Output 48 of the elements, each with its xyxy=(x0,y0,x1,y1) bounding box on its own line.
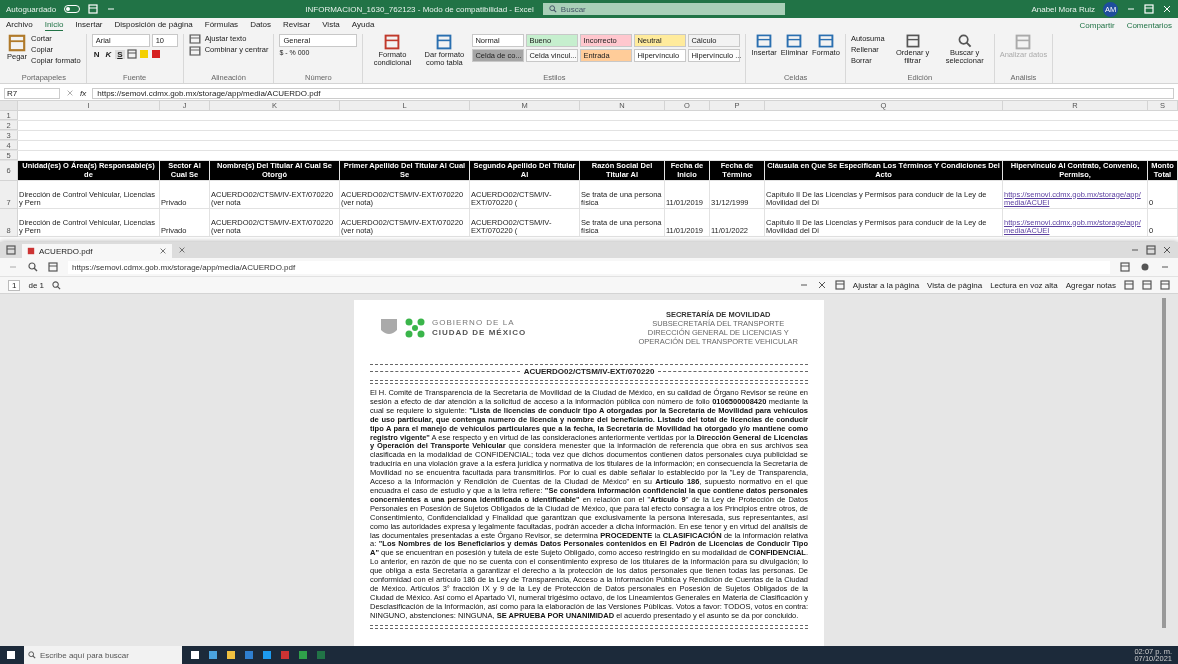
logo-text: CIUDAD DE MÉXICO xyxy=(432,328,527,338)
logo-text: GOBIERNO DE LA xyxy=(432,318,516,328)
ribbon-tab[interactable]: Inicio xyxy=(44,19,64,31)
add-notes-button[interactable]: Agregar notas xyxy=(1065,280,1116,290)
formula-field[interactable]: https://semovi.cdmx.gob.mx/storage/app/media/ACUERDO.pdf xyxy=(92,87,1174,99)
share-button[interactable]: Compartir xyxy=(1079,20,1115,30)
page-view-button[interactable]: Vista de página xyxy=(927,280,983,290)
select-all-corner[interactable] xyxy=(0,101,18,111)
user-name: Anabel Mora Ruiz xyxy=(1031,4,1095,14)
search-icon xyxy=(548,5,557,13)
window-title: INFORMACION_1630_762123 - Modo de compatibilidad - Excel xyxy=(304,4,535,14)
address-field[interactable]: https://semovi.cdmx.gob.mx/storage/app/media/ACUERDO.pdf xyxy=(68,260,1110,274)
taskbar-search[interactable]: Escribe aquí para buscar xyxy=(24,646,182,664)
document-title: ACUERDO02/CTSM/IV-EXT/070220 xyxy=(523,367,655,376)
ribbon-tab[interactable]: Disposición de página xyxy=(114,19,193,31)
search-field[interactable]: Buscar xyxy=(542,3,785,15)
close-icon xyxy=(1162,245,1172,255)
name-box[interactable]: R7 xyxy=(4,87,60,99)
city-logo-icon xyxy=(404,317,426,339)
bold-button[interactable]: N xyxy=(91,49,102,59)
comments-button[interactable]: Comentarios xyxy=(1126,20,1172,30)
italic-button[interactable]: K xyxy=(103,49,114,59)
search-icon xyxy=(957,34,972,48)
ribbon-tab[interactable]: Insertar xyxy=(75,19,103,31)
ribbon-tab[interactable]: Datos xyxy=(250,19,272,31)
fill-color-icon xyxy=(138,49,149,59)
browser-tab[interactable]: ACUERDO.pdf xyxy=(22,244,172,258)
scrollbar[interactable] xyxy=(1162,298,1166,628)
fit-page-button[interactable]: Ajustar a la página xyxy=(852,280,920,290)
underline-button[interactable]: S xyxy=(115,49,125,59)
search-icon xyxy=(52,280,62,290)
close-icon xyxy=(1162,4,1172,14)
search-icon xyxy=(28,651,36,659)
ribbon-tab[interactable]: Fórmulas xyxy=(204,19,239,31)
read-aloud-button[interactable]: Lectura en voz alta xyxy=(990,280,1058,290)
cancel-icon xyxy=(66,89,74,97)
maximize-icon xyxy=(1146,245,1156,255)
ribbon-tab[interactable]: Vista xyxy=(322,19,340,31)
ribbon-tab[interactable]: Ayuda xyxy=(351,19,375,31)
page-count: de 1 xyxy=(28,280,45,290)
page-number-field[interactable]: 1 xyxy=(8,279,21,291)
ribbon-tab[interactable]: Revisar xyxy=(283,19,311,31)
autosave-label: Autoguardado xyxy=(6,4,57,14)
maximize-icon xyxy=(1144,4,1154,14)
function-label[interactable]: fx xyxy=(80,88,87,98)
font-color-icon xyxy=(150,49,161,59)
ribbon-tab[interactable]: Archivo xyxy=(6,19,33,31)
close-icon xyxy=(159,247,167,255)
